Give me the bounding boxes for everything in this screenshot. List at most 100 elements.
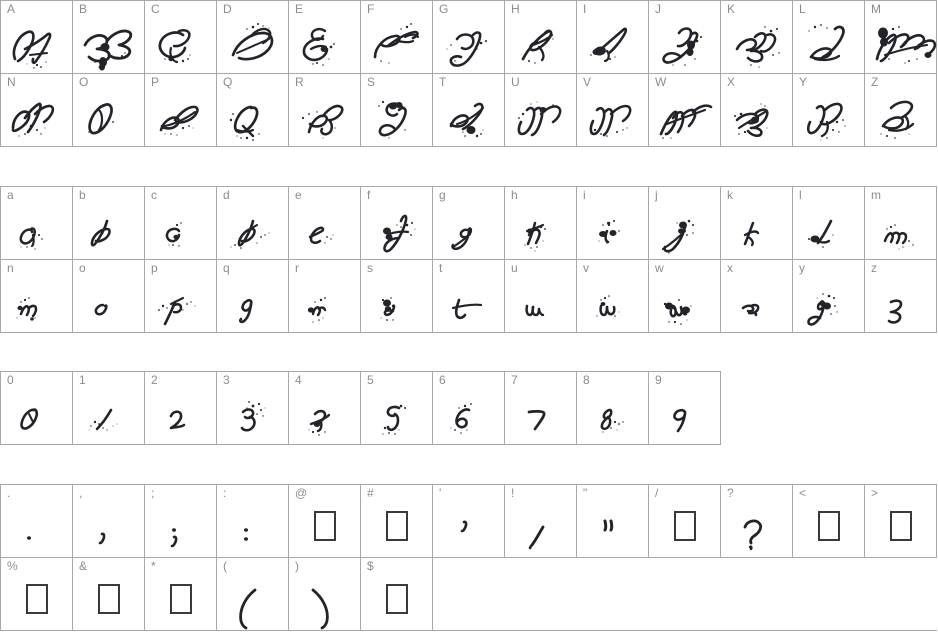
- glyph-cell-T[interactable]: T: [433, 74, 505, 146]
- glyph-cell-w[interactable]: w: [649, 260, 721, 332]
- glyph-cell-H[interactable]: H: [505, 1, 577, 73]
- glyph-cell-notdef[interactable]: #: [361, 485, 433, 557]
- glyph-row: N O P Q R S T U V W X Y Z: [0, 73, 937, 147]
- glyph-cell-F[interactable]: F: [361, 1, 433, 73]
- glyph-cell-S[interactable]: S: [361, 74, 433, 146]
- glyph-cell-M[interactable]: M: [865, 1, 937, 73]
- glyph-cell-n[interactable]: n: [1, 260, 73, 332]
- glyph-label: J: [655, 2, 662, 16]
- glyph-label: S: [367, 75, 376, 89]
- glyph-cell-o[interactable]: o: [73, 260, 145, 332]
- glyph-cell-k[interactable]: k: [721, 187, 793, 259]
- glyph-cell-X[interactable]: X: [721, 74, 793, 146]
- glyph-cell-C[interactable]: C: [145, 1, 217, 73]
- glyph-cell-r[interactable]: r: [289, 260, 361, 332]
- glyph-cell-j[interactable]: j: [649, 187, 721, 259]
- glyph-cell-L[interactable]: L: [793, 1, 865, 73]
- glyph-cell-quotesingle[interactable]: ': [433, 485, 505, 557]
- glyph-label: .: [7, 486, 11, 500]
- glyph-cell-3[interactable]: 3: [217, 372, 289, 444]
- glyph-cell-s[interactable]: s: [361, 260, 433, 332]
- glyph-cell-W[interactable]: W: [649, 74, 721, 146]
- glyph-cell-Z[interactable]: Z: [865, 74, 937, 146]
- glyph-cell-V[interactable]: V: [577, 74, 649, 146]
- glyph-cell-K[interactable]: K: [721, 1, 793, 73]
- glyph-cell-notdef[interactable]: @: [289, 485, 361, 557]
- glyph-cell-m[interactable]: m: [865, 187, 937, 259]
- glyph-cell-b[interactable]: b: [73, 187, 145, 259]
- glyph-cell-q[interactable]: q: [217, 260, 289, 332]
- glyph-cell-0[interactable]: 0: [1, 372, 73, 444]
- glyph-cell-notdef[interactable]: >: [865, 485, 937, 557]
- glyph-cell-Y[interactable]: Y: [793, 74, 865, 146]
- glyph-preview: [649, 201, 721, 259]
- glyph-cell-u[interactable]: u: [505, 260, 577, 332]
- glyph-label: h: [511, 188, 518, 202]
- glyph-cell-l[interactable]: l: [793, 187, 865, 259]
- glyph-cell-p[interactable]: p: [145, 260, 217, 332]
- glyph-label: E: [295, 2, 304, 16]
- glyph-cell-d[interactable]: d: [217, 187, 289, 259]
- glyph-cell-N[interactable]: N: [1, 74, 73, 146]
- glyph-cell-5[interactable]: 5: [361, 372, 433, 444]
- glyph-cell-v[interactable]: v: [577, 260, 649, 332]
- glyph-preview: [217, 15, 289, 73]
- glyph-cell-g[interactable]: g: [433, 187, 505, 259]
- glyph-cell-B[interactable]: B: [73, 1, 145, 73]
- glyph-label: V: [583, 75, 592, 89]
- glyph-cell-c[interactable]: c: [145, 187, 217, 259]
- glyph-cell-quotedbl[interactable]: ": [577, 485, 649, 557]
- glyph-cell-t[interactable]: t: [433, 260, 505, 332]
- glyph-cell-parenright[interactable]: ): [289, 558, 361, 630]
- glyph-cell-y[interactable]: y: [793, 260, 865, 332]
- glyph-cell-6[interactable]: 6: [433, 372, 505, 444]
- glyph-cell-comma[interactable]: ,: [73, 485, 145, 557]
- glyph-cell-e[interactable]: e: [289, 187, 361, 259]
- glyph-cell-P[interactable]: P: [145, 74, 217, 146]
- glyph-cell-7[interactable]: 7: [505, 372, 577, 444]
- section-lowercase: a b c d e f g h i j k l m n o p q r s t u v w x y z: [0, 186, 937, 333]
- glyph-cell-O[interactable]: O: [73, 74, 145, 146]
- glyph-label: a: [7, 188, 14, 202]
- glyph-preview: [217, 572, 289, 630]
- glyph-cell-U[interactable]: U: [505, 74, 577, 146]
- glyph-cell-G[interactable]: G: [433, 1, 505, 73]
- glyph-cell-2[interactable]: 2: [145, 372, 217, 444]
- glyph-cell-semicolon[interactable]: ;: [145, 485, 217, 557]
- glyph-cell-notdef[interactable]: <: [793, 485, 865, 557]
- glyph-cell-f[interactable]: f: [361, 187, 433, 259]
- glyph-cell-notdef[interactable]: *: [145, 558, 217, 630]
- glyph-cell-D[interactable]: D: [217, 1, 289, 73]
- glyph-cell-period[interactable]: .: [1, 485, 73, 557]
- notdef-box-icon: [170, 584, 192, 614]
- glyph-preview: [505, 15, 577, 73]
- glyph-label: k: [727, 188, 734, 202]
- glyph-cell-notdef[interactable]: $: [361, 558, 433, 630]
- glyph-cell-i[interactable]: i: [577, 187, 649, 259]
- glyph-cell-h[interactable]: h: [505, 187, 577, 259]
- glyph-cell-parenleft[interactable]: (: [217, 558, 289, 630]
- glyph-cell-4[interactable]: 4: [289, 372, 361, 444]
- glyph-cell-x[interactable]: x: [721, 260, 793, 332]
- glyph-preview: [145, 15, 217, 73]
- glyph-cell-notdef[interactable]: &: [73, 558, 145, 630]
- glyph-cell-I[interactable]: I: [577, 1, 649, 73]
- glyph-cell-A[interactable]: A: [1, 1, 73, 73]
- glyph-cell-R[interactable]: R: [289, 74, 361, 146]
- glyph-label: H: [511, 2, 520, 16]
- glyph-cell-1[interactable]: 1: [73, 372, 145, 444]
- glyph-cell-9[interactable]: 9: [649, 372, 721, 444]
- notdef-box-icon: [314, 511, 336, 541]
- glyph-cell-question[interactable]: ?: [721, 485, 793, 557]
- glyph-cell-notdef[interactable]: %: [1, 558, 73, 630]
- glyph-cell-colon[interactable]: :: [217, 485, 289, 557]
- glyph-cell-8[interactable]: 8: [577, 372, 649, 444]
- glyph-cell-J[interactable]: J: [649, 1, 721, 73]
- glyph-cell-notdef[interactable]: /: [649, 485, 721, 557]
- glyph-cell-E[interactable]: E: [289, 1, 361, 73]
- glyph-cell-z[interactable]: z: [865, 260, 937, 332]
- glyph-cell-Q[interactable]: Q: [217, 74, 289, 146]
- glyph-cell-exclam[interactable]: !: [505, 485, 577, 557]
- glyph-cell-a[interactable]: a: [1, 187, 73, 259]
- glyph-preview: [73, 386, 145, 444]
